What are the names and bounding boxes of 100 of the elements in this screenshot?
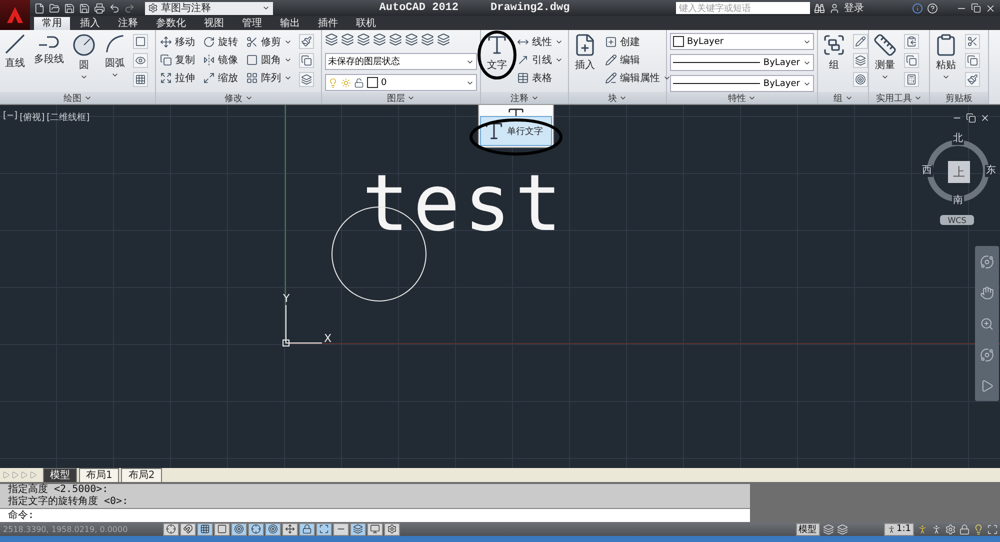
ribbon-tool-button[interactable]: 修剪 [245, 33, 293, 51]
panel-title[interactable]: 块 [569, 92, 666, 104]
ribbon-tab[interactable]: 插入 [72, 17, 108, 30]
panel-title[interactable]: 特性 [667, 92, 817, 104]
layout-tab[interactable]: 布局1 [79, 468, 120, 482]
ribbon-tool-button[interactable]: 镜像 [202, 51, 239, 69]
ribbon-tool-button[interactable]: 组 [821, 33, 847, 72]
ribbon-tool-button[interactable]: 线性 [516, 33, 564, 51]
status-toggle[interactable] [350, 522, 366, 536]
ribbon-icon-button[interactable] [904, 72, 919, 87]
ribbon-icon-button[interactable] [853, 53, 868, 68]
ribbon-tab[interactable]: 插件 [310, 17, 346, 30]
settings-icon [148, 3, 158, 13]
ribbon-tab[interactable]: 管理 [234, 17, 270, 30]
workspace-dropdown[interactable]: 草图与注释 [145, 2, 273, 14]
ribbon-tool-button[interactable]: 插入 [572, 33, 598, 72]
ribbon-icon-button[interactable] [965, 34, 980, 49]
status-toggle[interactable] [333, 522, 349, 536]
panel-title[interactable]: 组 [818, 92, 868, 104]
ribbon-icon-button[interactable] [133, 34, 148, 49]
status-toggle[interactable] [214, 522, 230, 536]
ribbon-tool-button[interactable]: 直线 [3, 33, 27, 70]
ribbon-tool-button[interactable]: 圆 [71, 33, 97, 81]
viewport-control[interactable]: [−] [3, 111, 18, 124]
ribbon-tool-button[interactable]: 表格 [516, 69, 564, 87]
app-logo[interactable] [0, 0, 30, 30]
ribbon-tool-button[interactable]: 复制 [159, 51, 196, 69]
ribbon-tab[interactable]: 注释 [110, 17, 146, 30]
ribbon-icon-button[interactable] [299, 53, 314, 68]
ribbon-icon-button[interactable] [904, 53, 919, 68]
ribbon-icon-button[interactable] [299, 34, 314, 49]
ribbon-tool-button[interactable]: 文字 [484, 33, 510, 72]
binoculars-icon [814, 2, 825, 14]
ribbon-tool-button[interactable]: 引线 [516, 51, 564, 69]
ribbon-tool-button[interactable]: 旋转 [202, 33, 239, 51]
flyout-item[interactable]: 单行文字 [480, 116, 552, 146]
ribbon-icon-button[interactable] [853, 34, 868, 49]
ribbon-tab[interactable]: 联机 [348, 17, 384, 30]
panel-title[interactable]: 修改 [156, 92, 321, 104]
panel-title[interactable]: 图层 [322, 92, 480, 104]
status-toggle[interactable] [231, 522, 247, 536]
status-toggle[interactable] [265, 522, 281, 536]
layout-tab[interactable]: 布局2 [121, 468, 162, 482]
status-toggle[interactable] [180, 522, 196, 536]
ribbon-tab[interactable]: 参数化 [148, 17, 194, 30]
ribbon-tab[interactable]: 视图 [196, 17, 232, 30]
compass-south[interactable]: 南 [952, 195, 964, 207]
lineweight-dropdown[interactable]: ByLayer [670, 75, 814, 92]
viewport-control[interactable]: [二维线框] [46, 111, 90, 124]
ribbon-tool-button[interactable]: 测量 [872, 33, 898, 81]
compass-north[interactable]: 北 [952, 133, 964, 145]
compass-west[interactable]: 西 [921, 165, 933, 177]
ribbon-tool-button[interactable]: 移动 [159, 33, 196, 51]
search-field[interactable]: 键入关键字或短语 [676, 2, 810, 14]
ribbon-tool-button[interactable]: 圆角 [245, 51, 293, 69]
viewport-control[interactable]: [俯视] [20, 111, 45, 124]
ribbon-icon-button[interactable] [965, 53, 980, 68]
ribbon-tab[interactable]: 常用 [34, 17, 70, 30]
status-toggle[interactable] [316, 522, 332, 536]
ribbon-icon-button[interactable] [299, 72, 314, 87]
arc-icon [104, 33, 126, 55]
status-toggle[interactable] [384, 522, 400, 536]
layer-state-dropdown[interactable]: 未保存的图层状态 [325, 53, 477, 70]
status-toggle[interactable] [367, 522, 383, 536]
panel-title[interactable]: 实用工具 [869, 92, 929, 104]
cut-icon [967, 36, 978, 47]
command-history-line: 指定高度 <2.5000>: [8, 484, 110, 496]
rectangle-icon [135, 36, 146, 47]
ribbon-tool-button[interactable]: 圆弧 [103, 33, 127, 79]
layout-tab[interactable]: 模型 [43, 468, 77, 482]
ribbon-tool-button[interactable]: 粘贴 [933, 33, 959, 81]
view-cube-face[interactable]: 上 [948, 161, 970, 183]
status-toggle[interactable] [299, 522, 315, 536]
ribbon-icon-button[interactable] [133, 72, 148, 87]
ribbon-tool-button[interactable]: 拉伸 [159, 69, 196, 87]
model-space-button[interactable]: 模型 [796, 522, 820, 536]
ribbon-tab[interactable]: 输出 [272, 17, 308, 30]
color-dropdown[interactable]: ByLayer [670, 33, 814, 50]
status-toggle[interactable] [282, 522, 298, 536]
wcs-menu[interactable]: WCS [940, 215, 974, 225]
ribbon-tool-button[interactable]: 缩放 [202, 69, 239, 87]
ribbon-icon-button[interactable] [965, 72, 980, 87]
panel-title[interactable]: 注释 [481, 92, 568, 104]
ribbon-icon-button[interactable] [904, 34, 919, 49]
ribbon-tool-button[interactable]: 阵列 [245, 69, 293, 87]
layer-dropdown[interactable]: 0 [325, 74, 477, 91]
move-icon [160, 36, 172, 48]
insert-block-icon [573, 33, 597, 57]
status-toggle[interactable] [163, 522, 179, 536]
login-link[interactable]: 登录 [844, 1, 864, 15]
ribbon-icon-button[interactable] [133, 53, 148, 68]
ribbon-tool-button[interactable]: 多段线 [33, 33, 65, 66]
panel-title[interactable]: 绘图 [0, 92, 155, 104]
compass-east[interactable]: 东 [985, 165, 997, 177]
ribbon-icon-button[interactable] [853, 72, 868, 87]
linetype-dropdown[interactable]: ByLayer [670, 54, 814, 71]
status-toggle[interactable] [197, 522, 213, 536]
annotation-scale-button[interactable]: 1:1 [884, 522, 914, 536]
status-toggle[interactable] [248, 522, 264, 536]
panel-title[interactable]: 剪贴板 [930, 92, 988, 104]
